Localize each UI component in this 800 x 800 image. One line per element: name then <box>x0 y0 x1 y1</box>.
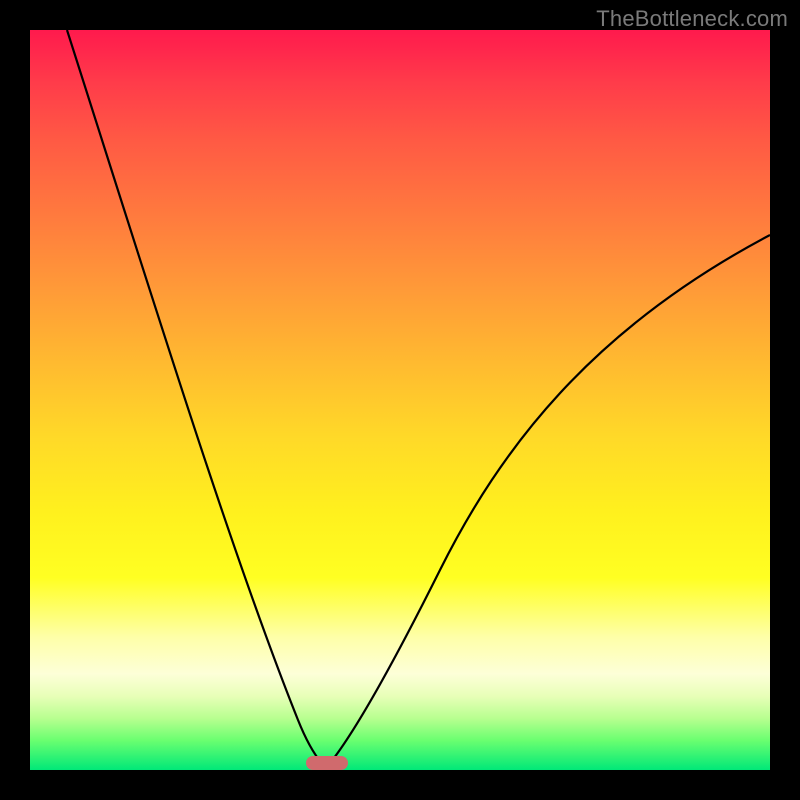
watermark-text: TheBottleneck.com <box>596 6 788 32</box>
curve-right-branch <box>326 235 770 768</box>
plot-area <box>30 30 770 770</box>
minimum-marker <box>306 756 348 770</box>
curve-left-branch <box>67 30 326 768</box>
bottleneck-curve <box>30 30 770 770</box>
